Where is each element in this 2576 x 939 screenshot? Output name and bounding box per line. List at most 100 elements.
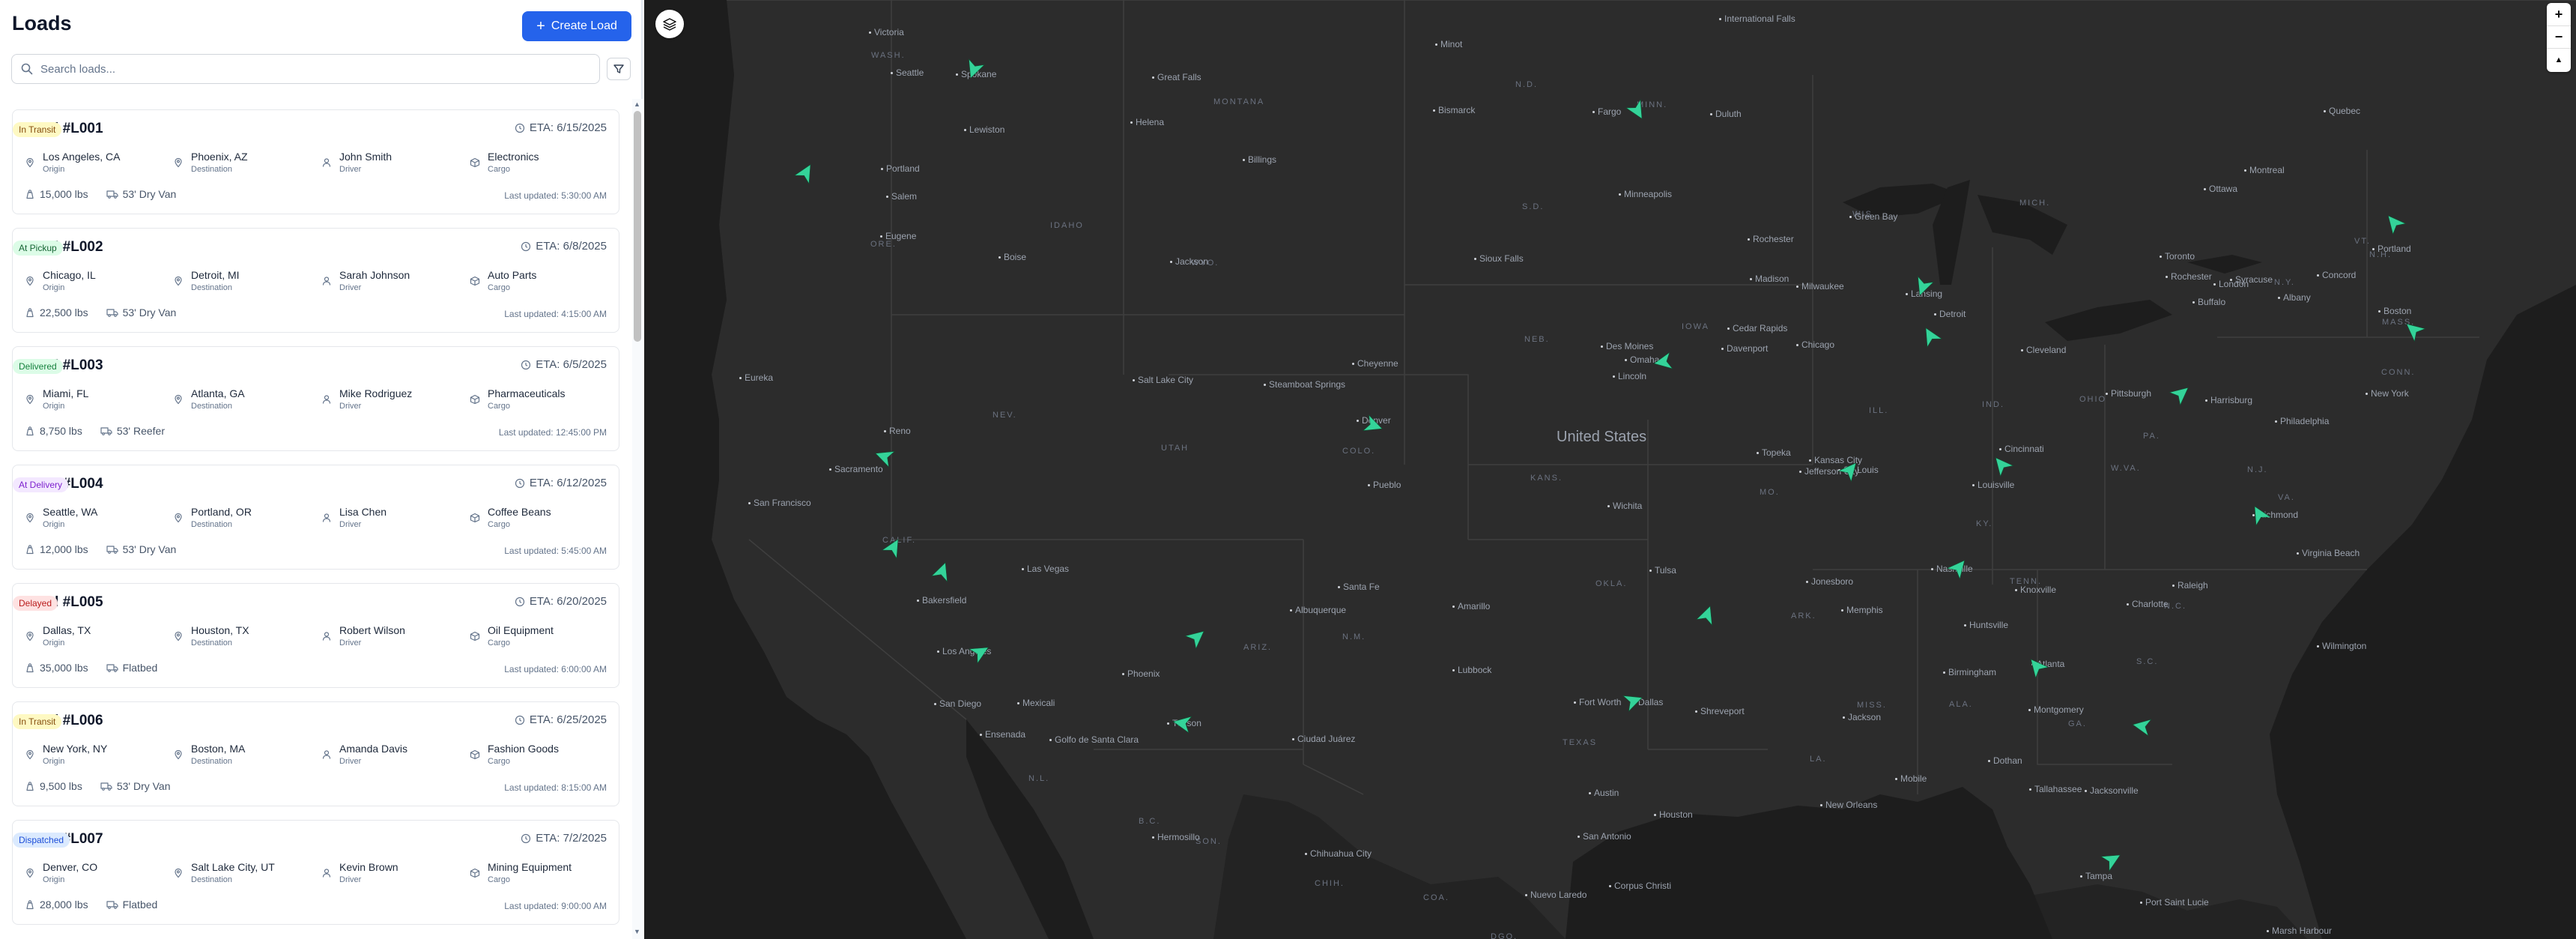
- compass-button[interactable]: ▲: [2547, 48, 2571, 70]
- zoom-in-button[interactable]: +: [2547, 3, 2571, 25]
- region-label: IND.: [1982, 400, 2004, 409]
- search-input[interactable]: [40, 55, 595, 83]
- eta: ETA: 6/8/2025: [521, 240, 607, 253]
- load-card[interactable]: Load #L006 In Transit ETA: 6/25/2025 New Yo…: [12, 701, 619, 806]
- equipment-value: Flatbed: [122, 899, 158, 911]
- city-label: Minneapolis: [1618, 189, 1673, 199]
- weight-icon: [26, 426, 34, 436]
- equipment-value: 53' Reefer: [116, 425, 165, 437]
- region-label: B.C.: [1139, 817, 1161, 826]
- scroll-up-icon[interactable]: ▲: [634, 100, 640, 108]
- origin-label: Origin: [43, 165, 65, 174]
- destination-label: Destination: [191, 757, 233, 766]
- cargo-label: Cargo: [488, 520, 510, 529]
- load-meta: 8,750 lbs 53' Reefer: [25, 425, 165, 437]
- equipment-value: 53' Dry Van: [116, 780, 171, 792]
- truck-icon: [106, 664, 118, 672]
- status-badge: Delivered: [13, 359, 63, 374]
- load-card[interactable]: Load #L001 In Transit ETA: 6/15/2025 Los An…: [12, 109, 619, 214]
- city-label: Salt Lake City: [1132, 375, 1194, 385]
- map-pin-icon: [26, 868, 34, 878]
- region-label: W.VA.: [2111, 464, 2141, 473]
- truck-marker-icon[interactable]: [1169, 710, 1195, 737]
- weight-value: 9,500 lbs: [40, 780, 82, 792]
- city-label: Albany: [2278, 292, 2311, 303]
- status-badge: Dispatched: [13, 833, 70, 848]
- driver-value: Sarah Johnson: [339, 269, 410, 281]
- driver-value: Mike Rodriguez: [339, 387, 413, 399]
- load-card[interactable]: Load #L002 At Pickup ETA: 6/8/2025 Chicago,…: [12, 228, 619, 333]
- city-label: Ciudad Juárez: [1291, 734, 1356, 744]
- load-card[interactable]: Load #L005 Delayed ETA: 6/20/2025 Dallas, T…: [12, 583, 619, 688]
- city-label: Quebec: [2323, 106, 2361, 116]
- city-label: Eureka: [739, 372, 774, 383]
- map-pin-icon: [175, 394, 182, 405]
- scrollbar-thumb[interactable]: [634, 111, 641, 342]
- cargo-value: Pharmaceuticals: [488, 387, 566, 399]
- region-label: KANS.: [1530, 474, 1563, 483]
- eta: ETA: 6/25/2025: [515, 713, 607, 726]
- load-card[interactable]: Load #L003 Delivered ETA: 6/5/2025 Miami, F…: [12, 346, 619, 451]
- region-label: MO.: [1760, 488, 1780, 497]
- region-label: MISS.: [1857, 701, 1887, 710]
- truck-marker-icon[interactable]: [2129, 713, 2155, 740]
- status-badge: In Transit: [13, 714, 62, 729]
- origin-value: Denver, CO: [43, 861, 98, 873]
- destination-label: Destination: [191, 638, 233, 647]
- scroll-down-icon[interactable]: ▼: [634, 928, 640, 935]
- eta-text: ETA: 6/8/2025: [536, 240, 607, 253]
- create-load-button[interactable]: + Create Load: [522, 11, 631, 41]
- destination-value: Atlanta, GA: [191, 387, 245, 399]
- truck-icon: [100, 782, 112, 791]
- city-label: Louisville: [1972, 480, 2015, 490]
- city-label: Cincinnati: [1999, 444, 2044, 454]
- map-layers-button[interactable]: [655, 10, 684, 38]
- city-label: Boise: [998, 252, 1027, 262]
- city-label: Duluth: [1710, 109, 1742, 119]
- weight-value: 28,000 lbs: [40, 899, 88, 911]
- origin-value: Dallas, TX: [43, 624, 91, 636]
- cargo-value: Fashion Goods: [488, 743, 559, 755]
- city-label: San Francisco: [748, 498, 811, 508]
- map-view[interactable]: United States WASH. MONTANA N.D. MINN. ORE. I…: [644, 0, 2576, 939]
- load-card[interactable]: Load #L004At DeliveryETA: 6/12/2025Seatt…: [12, 465, 619, 570]
- driver-label: Driver: [339, 283, 362, 292]
- truck-marker-icon[interactable]: [1650, 349, 1676, 375]
- eta-text: ETA: 7/2/2025: [536, 832, 607, 845]
- cargo-label: Cargo: [488, 283, 510, 292]
- city-label: Houston: [1654, 809, 1693, 820]
- last-updated: Last updated: 5:45:00 AM: [504, 546, 607, 556]
- cargo-label: Cargo: [488, 757, 510, 766]
- cargo-label: Cargo: [488, 638, 510, 647]
- city-label: San Diego: [933, 698, 982, 709]
- region-label: IDAHO: [1050, 221, 1084, 230]
- region-label: OHIO: [2079, 395, 2107, 404]
- filter-button[interactable]: [607, 58, 631, 80]
- last-updated: Last updated: 4:15:00 AM: [504, 309, 607, 319]
- cargo-value: Electronics: [488, 151, 539, 163]
- zoom-out-button[interactable]: −: [2547, 25, 2571, 48]
- city-label: Pueblo: [1367, 480, 1401, 490]
- map-pin-icon: [26, 513, 34, 523]
- city-label: Detroit: [1933, 309, 1966, 319]
- destination-label: Destination: [191, 402, 233, 411]
- panel-header: Loads + Create Load: [0, 0, 643, 52]
- load-card[interactable]: Load #L007DispatchedETA: 7/2/2025Denver,…: [12, 820, 619, 925]
- load-meta: 22,500 lbs 53' Dry Van: [25, 307, 176, 318]
- city-label: Great Falls: [1152, 72, 1201, 82]
- city-label: Helena: [1130, 117, 1165, 127]
- city-label: Huntsville: [1963, 620, 2009, 630]
- region-label: N.M.: [1342, 632, 1366, 641]
- map-pin-icon: [175, 868, 182, 878]
- map-pin-icon: [175, 631, 182, 641]
- clock-icon: [515, 123, 524, 133]
- page-title: Loads: [12, 12, 72, 34]
- weight-value: 35,000 lbs: [40, 662, 88, 674]
- driver-label: Driver: [339, 402, 362, 411]
- equipment-value: 53' Dry Van: [122, 543, 177, 555]
- city-label: Reno: [884, 426, 911, 436]
- city-label: Fort Worth: [1573, 697, 1622, 707]
- origin-label: Origin: [43, 283, 65, 292]
- city-label: Phoenix: [1121, 668, 1160, 679]
- destination-value: Houston, TX: [191, 624, 249, 636]
